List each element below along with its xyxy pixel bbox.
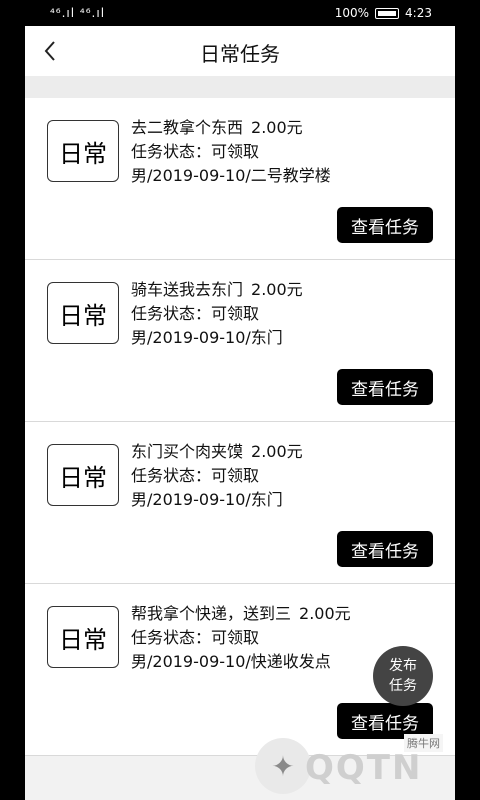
watermark-logo-icon: ✦ xyxy=(255,738,311,794)
task-category-badge: 日常 xyxy=(47,444,119,506)
task-card: 日常 骑车送我去东门 2.00元 任务状态：可领取 男/2019-09-10/东门… xyxy=(25,260,455,422)
task-status: 任务状态：可领取 xyxy=(131,628,260,647)
watermark: ✦ QQTN 腾牛网 xyxy=(225,730,455,800)
task-status: 任务状态：可领取 xyxy=(131,304,260,323)
battery-icon xyxy=(375,7,400,19)
task-info: 帮我拿个快递，送到三 2.00元 任务状态：可领取 男/2019-09-10/快递… xyxy=(131,602,351,674)
task-title-line: 骑车送我去东门 2.00元 xyxy=(131,278,431,302)
task-title: 骑车送我去东门 xyxy=(131,280,244,299)
status-right: 100% 4:23 xyxy=(335,6,432,20)
signal-indicator: ⁴⁶.ıl ⁴⁶.ıl xyxy=(50,6,106,20)
task-title: 去二教拿个东西 xyxy=(131,118,244,137)
task-price: 2.00元 xyxy=(251,280,303,299)
battery-percent: 100% xyxy=(334,6,370,20)
page-title: 日常任务 xyxy=(200,42,280,66)
task-category-badge: 日常 xyxy=(47,606,119,668)
task-category-badge: 日常 xyxy=(47,282,119,344)
task-meta: 男/2019-09-10/东门 xyxy=(131,490,283,509)
task-info: 骑车送我去东门 2.00元 任务状态：可领取 男/2019-09-10/东门 xyxy=(131,278,431,350)
task-meta: 男/2019-09-10/二号教学楼 xyxy=(131,166,331,185)
publish-task-button[interactable]: 发布 任务 xyxy=(373,646,433,706)
top-nav-bar: 日常任务 xyxy=(25,26,455,76)
publish-task-label-line2: 任务 xyxy=(389,678,417,694)
clock: 4:23 xyxy=(405,6,432,20)
task-category-badge: 日常 xyxy=(47,120,119,182)
task-title-line: 去二教拿个东西 2.00元 xyxy=(131,116,431,140)
task-meta: 男/2019-09-10/东门 xyxy=(131,328,283,347)
task-price: 2.00元 xyxy=(251,442,303,461)
publish-task-label-line1: 发布 xyxy=(389,658,417,674)
watermark-site: 腾牛网 xyxy=(404,734,443,752)
task-status: 任务状态：可领取 xyxy=(131,142,260,161)
divider-band xyxy=(25,76,455,98)
status-bar: ⁴⁶.ıl ⁴⁶.ıl 100% 4:23 xyxy=(0,0,480,26)
app-screen: 日常任务 日常 去二教拿个东西 2.00元 任务状态：可领取 男/2019-09-… xyxy=(25,26,455,800)
task-card: 日常 去二教拿个东西 2.00元 任务状态：可领取 男/2019-09-10/二号… xyxy=(25,98,455,260)
task-title-line: 东门买个肉夹馍 2.00元 xyxy=(131,440,431,464)
view-task-button[interactable]: 查看任务 xyxy=(337,369,433,405)
task-status: 任务状态：可领取 xyxy=(131,466,260,485)
task-title: 东门买个肉夹馍 xyxy=(131,442,244,461)
watermark-text: QQTN xyxy=(305,748,423,788)
task-info: 东门买个肉夹馍 2.00元 任务状态：可领取 男/2019-09-10/东门 xyxy=(131,440,431,512)
task-title-line: 帮我拿个快递，送到三 2.00元 xyxy=(131,602,351,626)
task-price: 2.00元 xyxy=(299,604,351,623)
task-info: 去二教拿个东西 2.00元 任务状态：可领取 男/2019-09-10/二号教学楼 xyxy=(131,116,431,188)
view-task-button[interactable]: 查看任务 xyxy=(337,531,433,567)
task-card: 日常 东门买个肉夹馍 2.00元 任务状态：可领取 男/2019-09-10/东门… xyxy=(25,422,455,584)
view-task-button[interactable]: 查看任务 xyxy=(337,207,433,243)
task-title: 帮我拿个快递，送到三 xyxy=(131,604,292,623)
task-price: 2.00元 xyxy=(251,118,303,137)
